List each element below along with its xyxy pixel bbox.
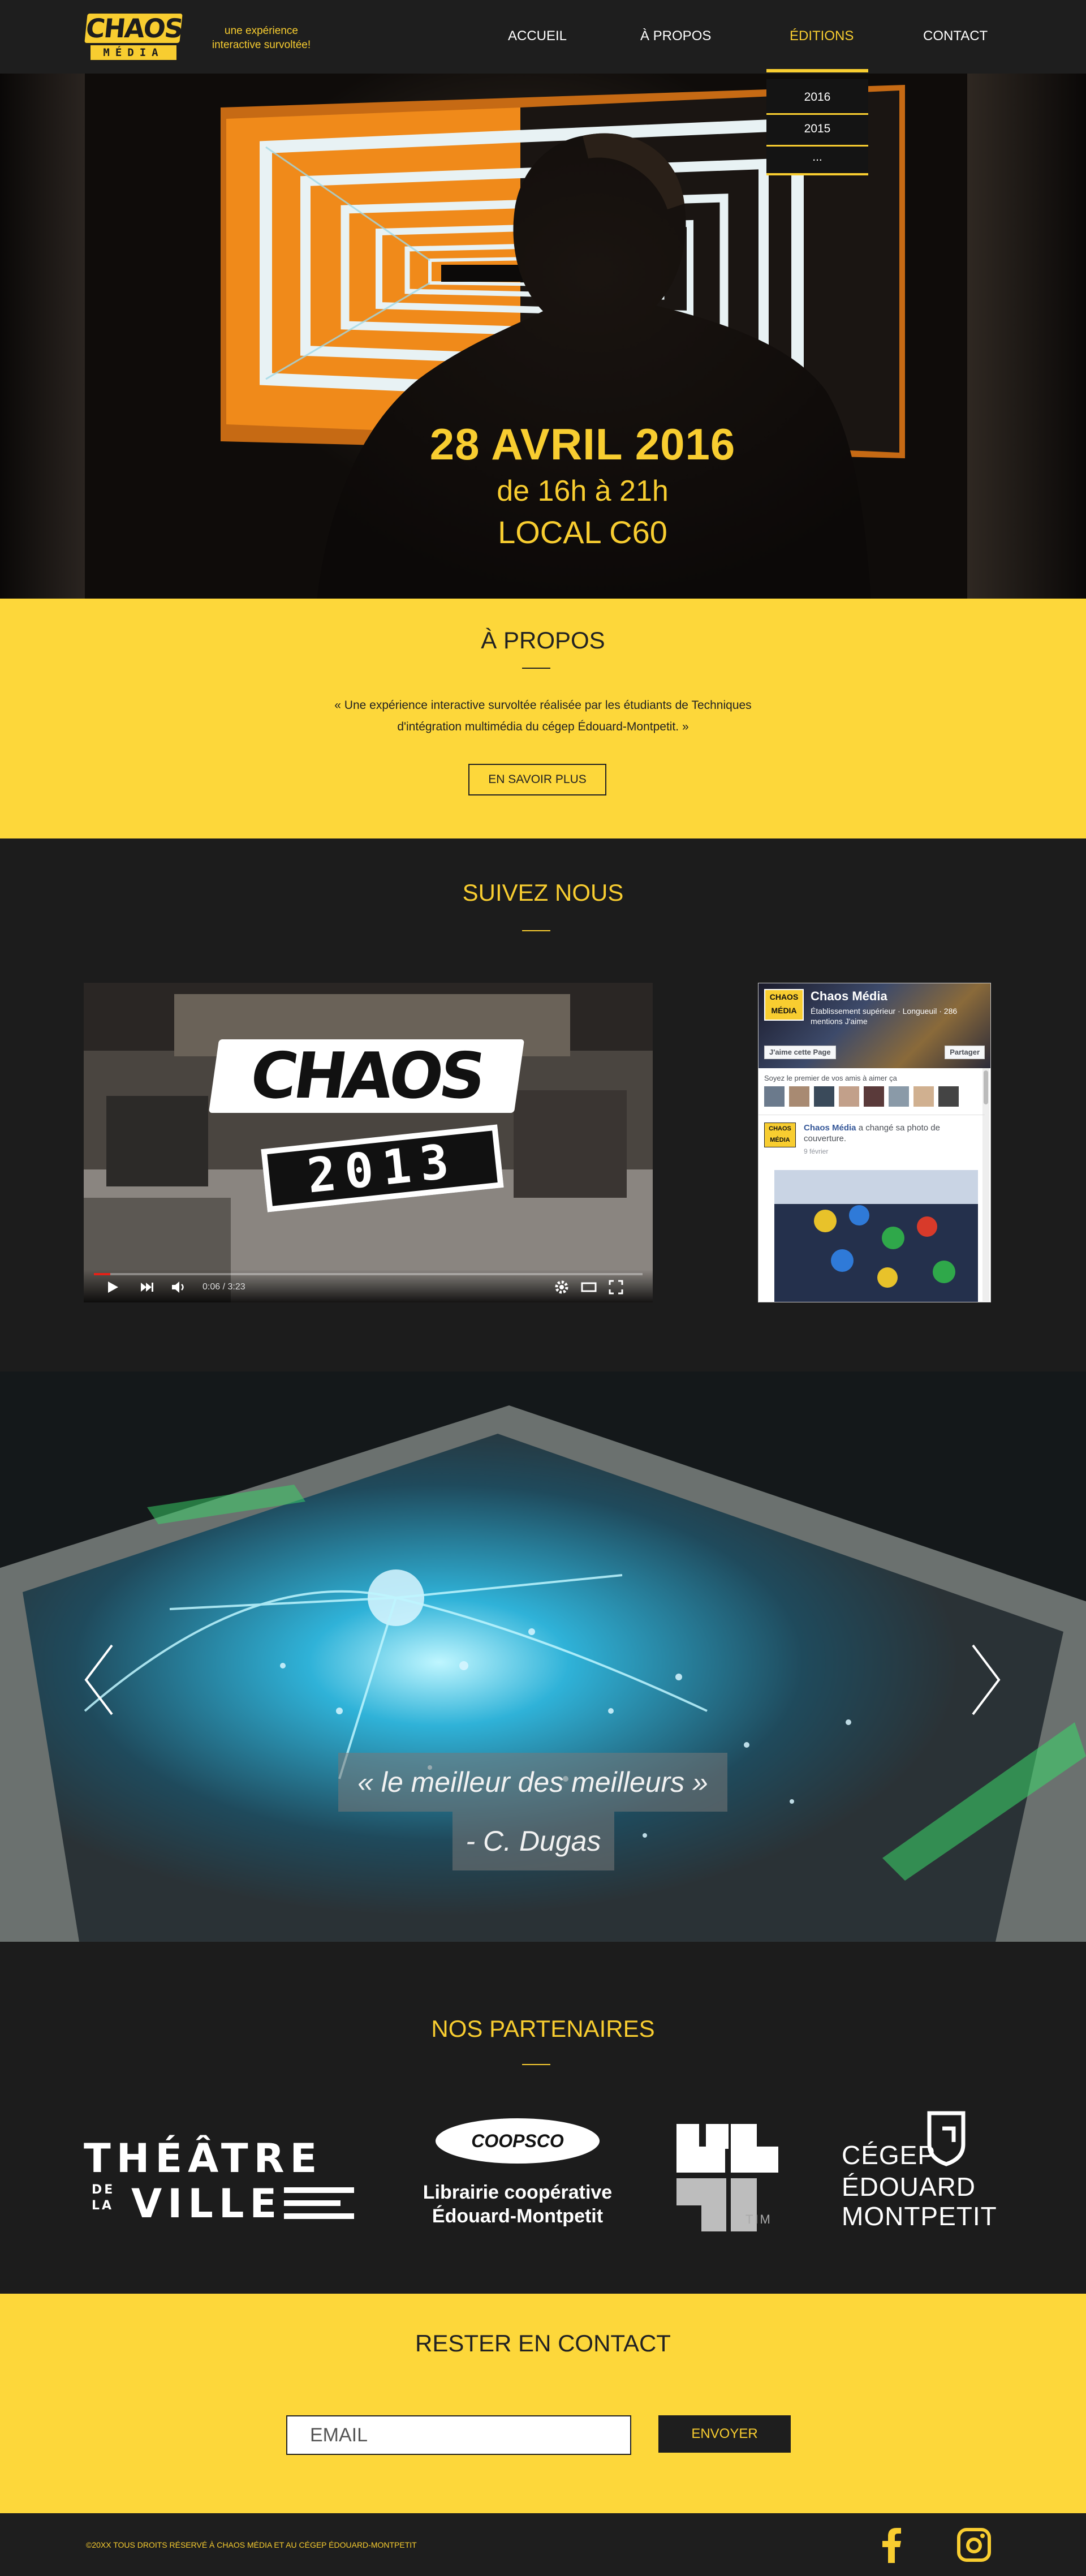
partners-section: NOS PARTENAIRES THÉÂTRE DE LA VILLE COOP… <box>0 1942 1086 2294</box>
facebook-friends-text: Soyez le premier de vos amis à aimer ça <box>764 1074 897 1082</box>
contact-title: RESTER EN CONTACT <box>415 2330 671 2356</box>
avatar[interactable] <box>814 1086 834 1107</box>
partners-title-rule <box>522 2064 550 2065</box>
follow-us-title-rule <box>522 930 550 931</box>
nav-editions[interactable]: ÉDITIONS <box>790 28 854 44</box>
testimonial-carousel: « le meilleur des meilleurs » - C. Dugas <box>0 1371 1086 1942</box>
avatar[interactable] <box>839 1086 859 1107</box>
scrollbar-thumb[interactable] <box>984 1070 988 1104</box>
logo-chaos-text: CHAOS <box>84 13 184 44</box>
learn-more-button[interactable]: EN SAVOIR PLUS <box>468 764 606 795</box>
facebook-like-button[interactable]: J'aime cette Page <box>764 1046 836 1059</box>
site-tagline: une expérience interactive survoltée! <box>212 25 311 51</box>
facebook-icon[interactable] <box>881 2528 902 2563</box>
facebook-post-text: Chaos Média a changé sa photo de couvert… <box>804 1123 979 1144</box>
cegep-line3: MONTPETIT <box>842 2201 997 2231</box>
coopsco-line1: Librairie coopérative <box>423 2182 613 2203</box>
dropdown-item-more[interactable]: ... <box>766 145 868 170</box>
partner-coopsco-logo[interactable]: COOPSCO Librairie coopérative Édouard-Mo… <box>419 2118 617 2243</box>
copyright-text: ©20XX TOUS DROITS RÉSERVÉ À CHAOS MÉDIA … <box>86 2540 417 2549</box>
settings-gear-icon[interactable] <box>553 1279 570 1296</box>
about-section: À PROPOS « Une expérience interactive su… <box>0 599 1086 838</box>
cegep-line1: CÉGEP <box>842 2140 936 2170</box>
facebook-share-button[interactable]: Partager <box>945 1046 985 1059</box>
theatre-logo-la: LA <box>92 2199 114 2213</box>
partner-tim-logo[interactable]: TIM <box>676 2124 784 2231</box>
facebook-page-avatar[interactable]: CHAOS MÉDIA <box>764 989 804 1021</box>
dropdown-divider <box>766 113 868 115</box>
next-track-icon[interactable] <box>138 1279 155 1296</box>
chaos-media-logo[interactable]: CHAOS MÉDIA <box>84 13 184 60</box>
video-progress-fill <box>94 1273 111 1275</box>
partner-theatre-de-la-ville-logo[interactable]: THÉÂTRE DE LA VILLE <box>84 2135 355 2230</box>
nav-contact[interactable]: CONTACT <box>923 28 988 44</box>
follow-us-section: SUIVEZ NOUS CHAOS 2013 0:06 / 3:23 CHAOS… <box>0 838 1086 1371</box>
instagram-icon[interactable] <box>957 2528 991 2562</box>
facebook-fan-avatars <box>764 1086 973 1108</box>
theatre-logo-stripes <box>284 2187 354 2219</box>
event-location: LOCAL C60 <box>498 514 667 550</box>
about-description: « Une expérience interactive survoltée r… <box>334 699 752 733</box>
facebook-page-widget[interactable]: CHAOS MÉDIA Chaos Média Établissement su… <box>758 983 991 1302</box>
facebook-page-name[interactable]: Chaos Média <box>811 989 887 1004</box>
video-progress-bar[interactable] <box>94 1273 643 1275</box>
dropdown-item-2016[interactable]: 2016 <box>766 85 868 110</box>
testimonial-author: - C. Dugas <box>453 1812 614 1870</box>
about-title: À PROPOS <box>481 627 605 653</box>
nav-a-propos[interactable]: À PROPOS <box>640 28 711 44</box>
partner-cegep-edouard-montpetit-logo[interactable]: CÉGEP ÉDOUARD MONTPETIT <box>842 2110 1006 2242</box>
video-chaos-wordmark: CHAOS <box>208 1039 525 1113</box>
avatar[interactable] <box>789 1086 809 1107</box>
carousel-next-chevron-right-icon[interactable] <box>968 1643 1002 1717</box>
email-field[interactable] <box>286 2415 631 2455</box>
editions-dropdown-menu: 2016 2015 ... <box>766 79 868 175</box>
facebook-post-author[interactable]: Chaos Média <box>804 1123 856 1133</box>
nav-active-indicator <box>766 69 868 72</box>
theater-mode-icon[interactable] <box>580 1279 597 1296</box>
about-title-rule <box>522 668 550 669</box>
theatre-logo-line2: VILLE <box>131 2181 283 2227</box>
avatar[interactable] <box>764 1086 785 1107</box>
facebook-page-info: Établissement supérieur · Longueuil · 28… <box>811 1007 958 1026</box>
avatar[interactable] <box>938 1086 959 1107</box>
facebook-post-photo[interactable] <box>774 1170 978 1302</box>
testimonial-quote: « le meilleur des meilleurs » <box>338 1753 727 1812</box>
coopsco-line2: Édouard-Montpetit <box>432 2205 604 2227</box>
coopsco-oval-mark: COOPSCO <box>436 2118 600 2164</box>
facebook-post-date[interactable]: 9 février <box>804 1147 828 1155</box>
theatre-logo-de: DE <box>92 2183 115 2197</box>
youtube-video-player[interactable]: CHAOS 2013 0:06 / 3:23 <box>84 983 653 1302</box>
tim-label: TIM <box>745 2212 772 2226</box>
partners-title: NOS PARTENAIRES <box>431 2015 655 2042</box>
fullscreen-icon[interactable] <box>607 1279 624 1296</box>
hero-banner: 28 AVRIL 2016 de 16h à 21h LOCAL C60 <box>0 74 1086 599</box>
stay-in-touch-section: RESTER EN CONTACT ENVOYER <box>0 2294 1086 2513</box>
carousel-prev-chevron-left-icon[interactable] <box>83 1643 117 1717</box>
volume-icon[interactable] <box>170 1279 187 1296</box>
logo-media-text: MÉDIA <box>90 45 176 60</box>
avatar[interactable] <box>913 1086 934 1107</box>
event-date: 28 AVRIL 2016 <box>429 419 736 469</box>
facebook-post-avatar[interactable]: CHAOS MÉDIA <box>764 1123 796 1147</box>
event-time: de 16h à 21h <box>497 475 669 508</box>
cegep-line2: ÉDOUARD <box>842 2172 976 2201</box>
avatar[interactable] <box>889 1086 909 1107</box>
nav-accueil[interactable]: ACCUEIL <box>508 28 567 44</box>
follow-us-title: SUIVEZ NOUS <box>462 879 624 906</box>
facebook-widget-scrollbar[interactable] <box>982 1068 989 1301</box>
top-navigation-bar: CHAOS MÉDIA une expérience interactive s… <box>0 0 1086 74</box>
avatar[interactable] <box>864 1086 884 1107</box>
site-footer: ©20XX TOUS DROITS RÉSERVÉ À CHAOS MÉDIA … <box>0 2513 1086 2576</box>
video-time-display: 0:06 / 3:23 <box>202 1282 245 1292</box>
theatre-logo-line1: THÉÂTRE <box>84 2135 323 2182</box>
send-button[interactable]: ENVOYER <box>658 2415 791 2453</box>
play-icon[interactable] <box>104 1279 121 1296</box>
dropdown-item-2015[interactable]: 2015 <box>766 117 868 141</box>
